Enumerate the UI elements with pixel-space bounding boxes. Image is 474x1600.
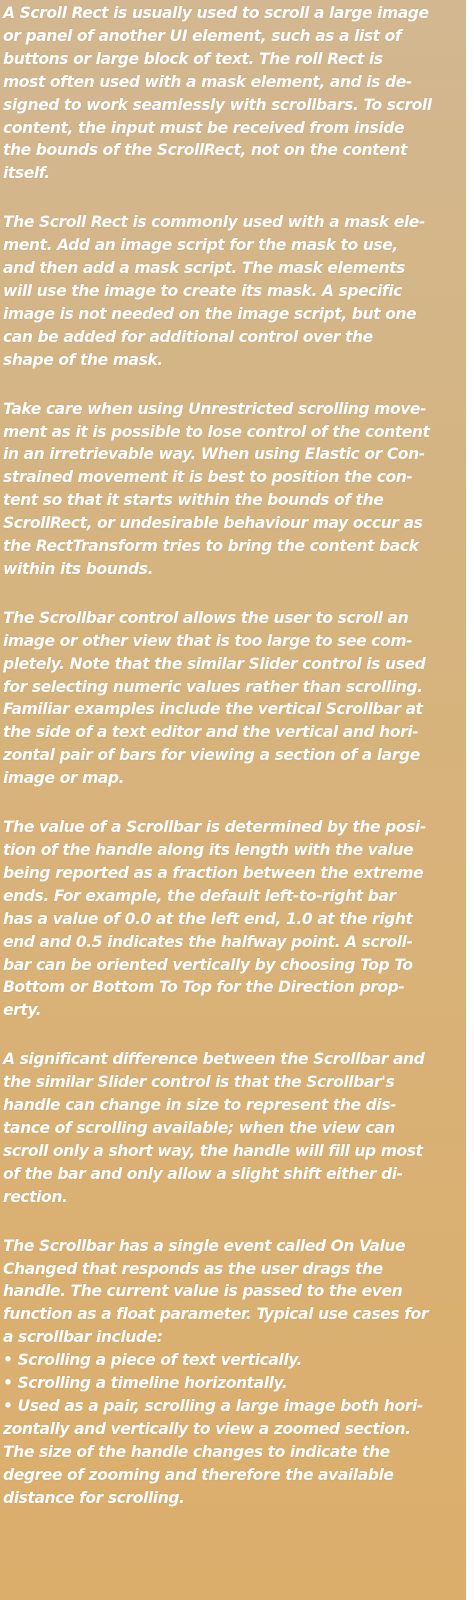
paragraph-mask-usage: The Scroll Rect is commonly used with a …	[3, 213, 425, 369]
paragraph-scrollbar-vs-slider: A significant difference between the Scr…	[3, 1050, 425, 1206]
paragraph-scrollbar-value: The value of a Scrollbar is determined b…	[3, 818, 426, 1020]
paragraph-movement-types: Take care when using Unrestricted scroll…	[3, 399, 430, 578]
paragraph-scrollbar-events: The Scrollbar has a single event called …	[3, 1236, 429, 1507]
scroll-rect-panel[interactable]: A Scroll Rect is usually used to scroll …	[0, 0, 466, 1600]
vertical-scrollbar[interactable]	[466, 0, 474, 1600]
scroll-content: A Scroll Rect is usually used to scroll …	[3, 2, 465, 1535]
paragraph-scrollbar-intro: The Scrollbar control allows the user to…	[3, 608, 426, 788]
paragraph-scroll-rect-intro: A Scroll Rect is usually used to scroll …	[3, 4, 432, 183]
